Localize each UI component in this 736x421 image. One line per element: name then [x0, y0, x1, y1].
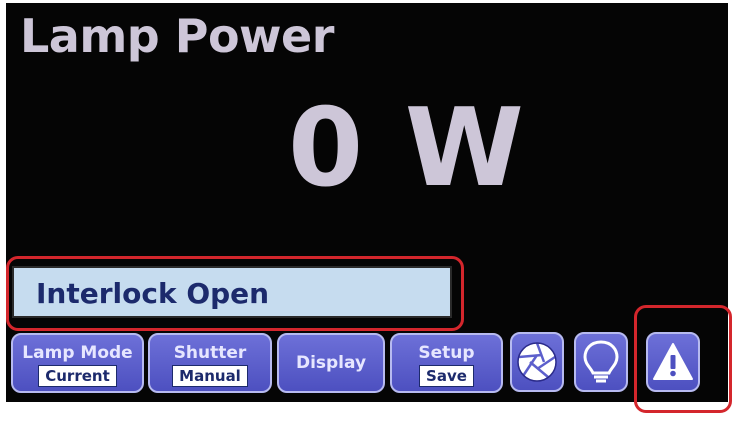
shutter-label: Shutter — [173, 343, 247, 363]
status-message: Interlock Open — [36, 277, 270, 310]
page-title: Lamp Power — [20, 9, 334, 63]
shutter-value: Manual — [172, 365, 248, 387]
shutter-button[interactable]: Shutter Manual — [148, 333, 272, 393]
lightbulb-icon — [583, 340, 619, 383]
setup-button[interactable]: Setup Save — [390, 333, 503, 393]
shutter-icon-button[interactable] — [510, 332, 564, 392]
status-bar: Interlock Open — [12, 266, 452, 318]
shutter-aperture-icon — [517, 342, 557, 382]
setup-value: Save — [419, 365, 474, 387]
display-label: Display — [295, 353, 367, 373]
lamp-mode-value: Current — [38, 365, 117, 387]
power-readout: 0 W — [288, 86, 526, 211]
setup-label: Setup — [418, 343, 475, 363]
lamp-icon-button[interactable] — [574, 332, 628, 392]
lamp-mode-label: Lamp Mode — [22, 343, 133, 363]
display-button[interactable]: Display — [277, 333, 385, 393]
warning-highlight-box — [634, 305, 732, 413]
lamp-mode-button[interactable]: Lamp Mode Current — [11, 333, 144, 393]
